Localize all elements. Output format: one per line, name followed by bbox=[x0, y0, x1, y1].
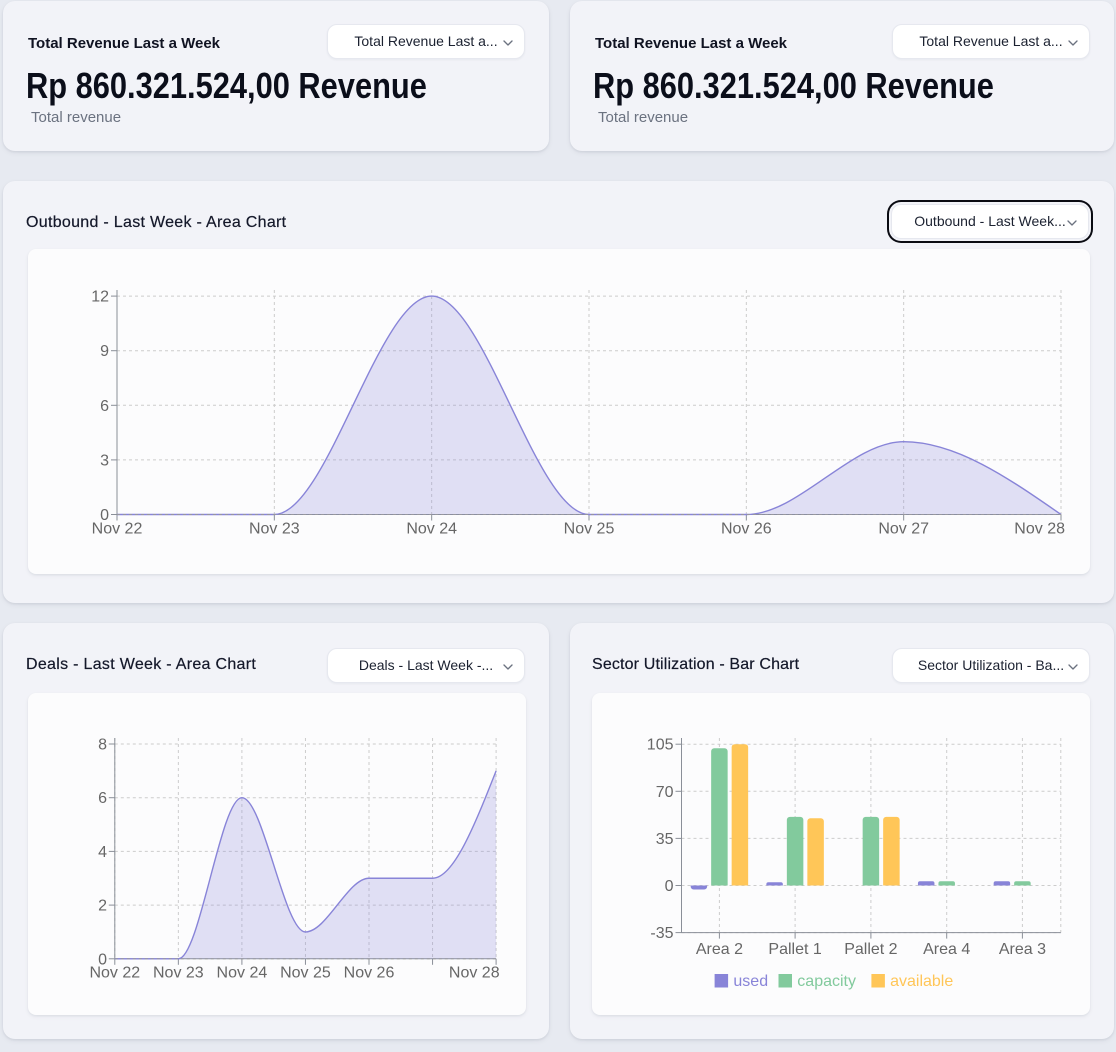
svg-text:used: used bbox=[733, 973, 768, 990]
svg-text:Nov 22: Nov 22 bbox=[89, 964, 140, 981]
svg-text:4: 4 bbox=[98, 844, 107, 861]
svg-text:Area 2: Area 2 bbox=[696, 941, 743, 958]
svg-text:Nov 23: Nov 23 bbox=[249, 520, 300, 537]
svg-text:8: 8 bbox=[98, 737, 107, 754]
svg-text:Area 3: Area 3 bbox=[999, 941, 1046, 958]
svg-text:Nov 23: Nov 23 bbox=[153, 964, 204, 981]
svg-text:capacity: capacity bbox=[797, 973, 856, 990]
svg-text:Pallet 1: Pallet 1 bbox=[768, 941, 821, 958]
svg-text:12: 12 bbox=[91, 289, 109, 306]
svg-text:Nov 28: Nov 28 bbox=[449, 964, 500, 981]
svg-text:70: 70 bbox=[656, 784, 674, 801]
svg-text:-35: -35 bbox=[650, 925, 673, 942]
svg-text:35: 35 bbox=[656, 831, 674, 848]
svg-text:3: 3 bbox=[100, 452, 109, 469]
svg-text:2: 2 bbox=[98, 898, 107, 915]
svg-text:Nov 26: Nov 26 bbox=[344, 964, 395, 981]
svg-text:Pallet 2: Pallet 2 bbox=[844, 941, 897, 958]
svg-text:available: available bbox=[890, 973, 953, 990]
svg-text:Nov 25: Nov 25 bbox=[564, 520, 615, 537]
svg-text:Nov 28: Nov 28 bbox=[1014, 520, 1065, 537]
svg-text:6: 6 bbox=[100, 398, 109, 415]
svg-text:105: 105 bbox=[647, 737, 674, 754]
svg-text:Nov 24: Nov 24 bbox=[217, 964, 268, 981]
svg-text:Nov 22: Nov 22 bbox=[92, 520, 143, 537]
svg-text:Nov 24: Nov 24 bbox=[406, 520, 457, 537]
svg-text:6: 6 bbox=[98, 790, 107, 807]
svg-text:Nov 25: Nov 25 bbox=[280, 964, 331, 981]
svg-text:0: 0 bbox=[665, 878, 674, 895]
svg-text:Nov 26: Nov 26 bbox=[721, 520, 772, 537]
svg-text:Nov 27: Nov 27 bbox=[878, 520, 929, 537]
svg-text:9: 9 bbox=[100, 343, 109, 360]
svg-text:Area 4: Area 4 bbox=[923, 941, 970, 958]
